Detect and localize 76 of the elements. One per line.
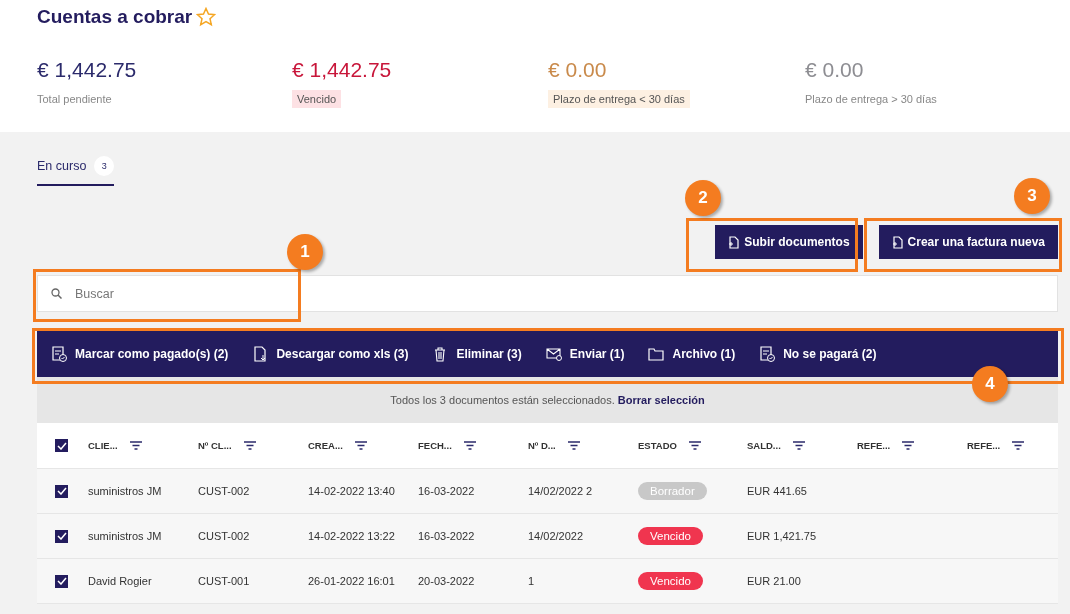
stat-label: Plazo de entrega > 30 días: [805, 92, 937, 107]
stat-label: Total pendiente: [37, 92, 112, 107]
action-button[interactable]: Archivo (1): [648, 346, 736, 362]
table-cell: EUR 1,421.75: [747, 530, 817, 542]
action-button[interactable]: Descargar como xls (3): [252, 346, 409, 362]
column-header: FECH...: [418, 440, 452, 451]
count-badge: 3: [94, 156, 115, 176]
filter-icon[interactable]: [354, 441, 367, 450]
action-button[interactable]: Enviar (1): [545, 346, 625, 362]
table-cell: David Rogier: [88, 575, 152, 587]
stat-amount: € 1,442.75: [37, 58, 138, 82]
table-cell: 14-02-2022 13:22: [308, 530, 395, 542]
upload-button[interactable]: Subir documentos: [715, 225, 863, 259]
table-cell: CUST-001: [198, 575, 250, 587]
filter-icon[interactable]: [1012, 441, 1025, 450]
table-cell: suministros JM: [88, 530, 162, 542]
table-cell: 16-03-2022: [418, 530, 475, 542]
page-title: Cuentas a cobrar: [37, 6, 193, 28]
create-invoice-button[interactable]: Crear una factura nueva: [878, 225, 1058, 259]
table-cell: 26-01-2022 16:01: [308, 575, 395, 587]
checkbox[interactable]: [55, 574, 68, 588]
filter-icon[interactable]: [129, 441, 142, 450]
table-cell: 16-03-2022: [418, 485, 475, 497]
table-cell: CUST-002: [198, 485, 250, 497]
mail-icon: [546, 348, 562, 361]
column-header: Nº D...: [528, 440, 556, 451]
filter-icon[interactable]: [902, 441, 915, 450]
table-cell: EUR 21.00: [747, 575, 801, 587]
trash-icon: [434, 347, 446, 362]
checkbox[interactable]: [55, 529, 68, 543]
status-badge: Vencido: [638, 527, 703, 545]
step-number: 2: [685, 180, 721, 216]
stat-label: Plazo de entrega < 30 días: [548, 90, 690, 108]
status-badge: Vencido: [638, 572, 703, 590]
action-button[interactable]: Marcar como pagado(s) (2): [51, 346, 229, 362]
clear-selection-link[interactable]: Borrar selección: [617, 394, 705, 406]
stat-amount: € 0.00: [548, 58, 608, 82]
action-button[interactable]: Eliminar (3): [432, 346, 522, 362]
action-button[interactable]: No se pagará (2): [759, 346, 877, 362]
table-cell: CUST-002: [198, 530, 250, 542]
stat-amount: € 1,442.75: [292, 58, 393, 82]
checklist-icon: [760, 346, 776, 362]
folder-icon: [648, 348, 665, 361]
column-header: CLIE...: [88, 440, 118, 451]
column-header: REFE...: [857, 440, 891, 451]
search-field[interactable]: Buscar: [37, 275, 1058, 312]
tab[interactable]: En curso 3: [37, 156, 115, 186]
checkbox[interactable]: [55, 484, 68, 498]
table-cell: 20-03-2022: [418, 575, 475, 587]
checklist-icon: [52, 346, 67, 362]
table-cell: 14/02/2022 2: [528, 485, 593, 497]
filter-icon[interactable]: [243, 441, 256, 450]
column-header: REFE...: [967, 440, 1001, 451]
column-header: ESTADO: [638, 440, 677, 451]
selection-notice: Todos los 3 documentos están seleccionados. Borrar selección: [390, 394, 705, 406]
step-number: 3: [1014, 178, 1050, 214]
filter-icon[interactable]: [688, 441, 701, 450]
stat-label: Vencido: [292, 90, 342, 108]
table-cell: 1: [528, 575, 535, 587]
table-cell: 14-02-2022 13:40: [308, 485, 395, 497]
document-download-icon: [254, 346, 266, 362]
table-cell: suministros JM: [88, 485, 162, 497]
filter-icon[interactable]: [792, 441, 805, 450]
step-number: 1: [287, 234, 323, 270]
document-icon: [891, 235, 903, 249]
column-header: Nº CL...: [198, 440, 232, 451]
document-icon: [728, 235, 740, 249]
filter-icon[interactable]: [567, 441, 580, 450]
filter-icon[interactable]: [463, 441, 476, 450]
star-icon[interactable]: [196, 7, 217, 27]
checkbox[interactable]: [55, 439, 68, 452]
column-header: CREA...: [308, 440, 343, 451]
table-cell: 14/02/2022: [528, 530, 584, 542]
column-header: SALD...: [747, 440, 781, 451]
stat-amount: € 0.00: [805, 58, 865, 82]
table-cell: EUR 441.65: [747, 485, 807, 497]
